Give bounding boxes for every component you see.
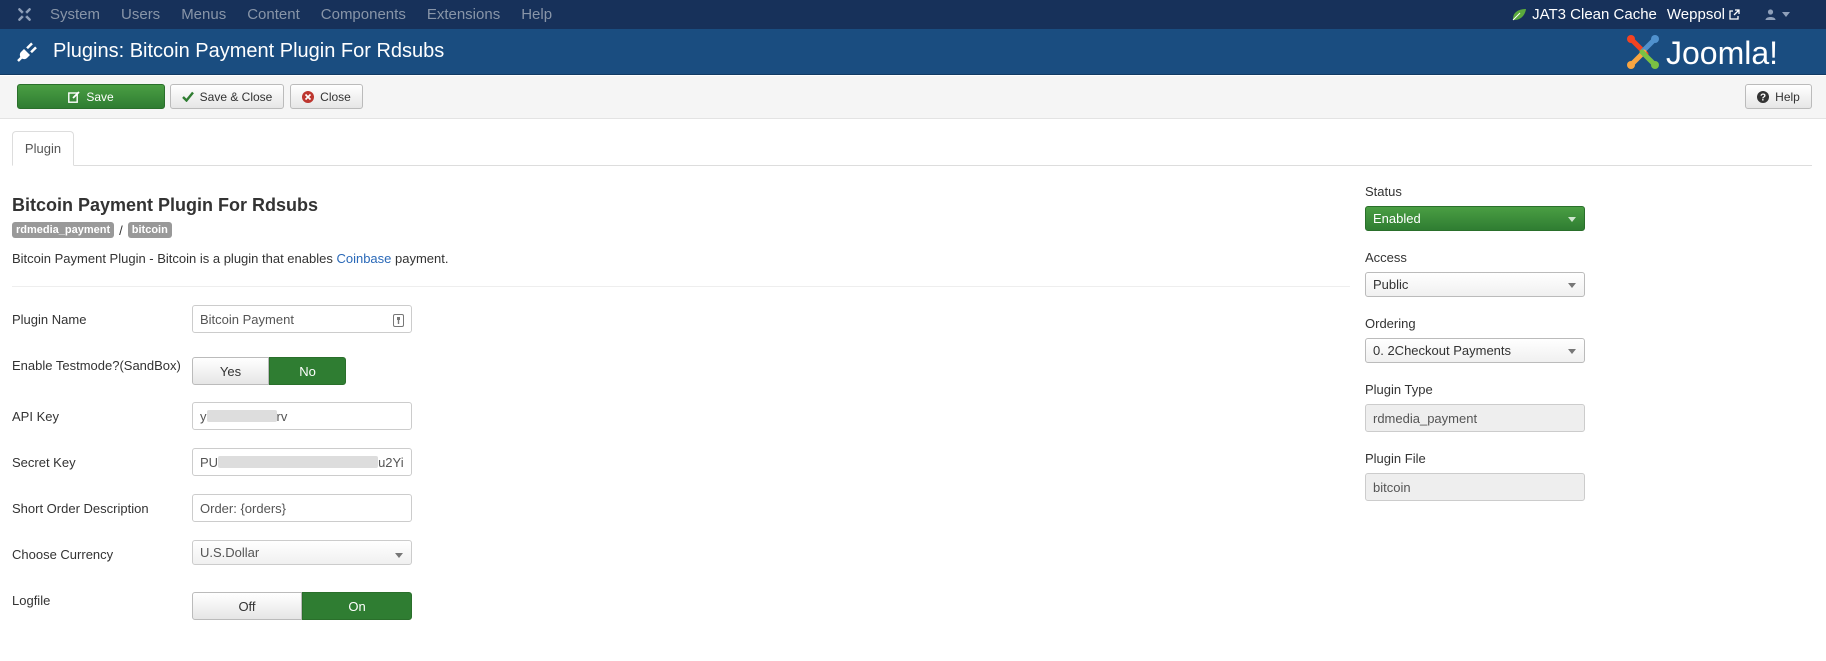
api-key-start: y	[200, 408, 207, 424]
site-label: Weppsol	[1666, 6, 1725, 23]
topnav-right: JAT3 Clean Cache Weppsol	[1511, 0, 1826, 29]
secret-key-end: u2Yi	[378, 454, 404, 470]
short-description-input[interactable]: Order: {orders}	[192, 494, 412, 522]
logfile-on-button[interactable]: On	[302, 592, 412, 620]
joomla-logo: Joomla!	[1627, 35, 1778, 71]
currency-value: U.S.Dollar	[200, 545, 260, 560]
plug-icon	[17, 42, 37, 62]
help-button[interactable]: ? Help	[1745, 84, 1812, 109]
secret-key-input[interactable]: PU u2Yi	[192, 448, 412, 476]
jat3-clean-cache-link[interactable]: JAT3 Clean Cache	[1511, 6, 1657, 23]
save-label: Save	[86, 89, 114, 104]
check-icon	[181, 91, 194, 102]
plugin-file-field: bitcoin	[1365, 473, 1585, 501]
api-key-label: API Key	[12, 409, 59, 424]
close-circle-icon	[302, 90, 315, 103]
short-description-value: Order: {orders}	[200, 500, 286, 516]
element-badge: bitcoin	[127, 222, 172, 238]
plugin-file-label: Plugin File	[1365, 451, 1426, 466]
plugin-description: Bitcoin Payment Plugin - Bitcoin is a pl…	[12, 251, 449, 266]
divider	[12, 286, 1350, 287]
logfile-label: Logfile	[12, 593, 51, 608]
close-label: Close	[320, 89, 351, 104]
status-value: Enabled	[1373, 211, 1421, 226]
tab-plugin[interactable]: Plugin	[12, 131, 74, 166]
secret-key-label: Secret Key	[12, 455, 76, 470]
ordering-value: 0. 2Checkout Payments	[1373, 343, 1512, 358]
secret-key-start: PU	[200, 454, 219, 470]
menu-extensions[interactable]: Extensions	[427, 6, 500, 23]
testmode-yes-button[interactable]: Yes	[192, 357, 269, 385]
menu-help[interactable]: Help	[521, 6, 552, 23]
testmode-toggle: Yes No	[192, 357, 346, 385]
close-button[interactable]: Close	[290, 84, 363, 109]
testmode-no-button[interactable]: No	[269, 357, 346, 385]
status-label: Status	[1365, 184, 1402, 199]
page-title: Plugins: Bitcoin Payment Plugin For Rdsu…	[53, 40, 445, 62]
jat3-clean-cache-label: JAT3 Clean Cache	[1532, 6, 1657, 23]
joomla-wordmark: Joomla!	[1666, 35, 1778, 71]
access-value: Public	[1373, 277, 1409, 292]
chevron-down-icon	[1568, 349, 1576, 354]
chevron-down-icon	[1782, 12, 1790, 17]
description-text-end: payment.	[391, 251, 449, 266]
menu-system[interactable]: System	[50, 6, 100, 23]
logfile-off-button[interactable]: Off	[192, 592, 302, 620]
main-menu: System Users Menus Content Components Ex…	[50, 6, 573, 23]
folder-badge: rdmedia_payment	[12, 222, 115, 238]
chevron-down-icon	[1568, 283, 1576, 288]
short-description-label: Short Order Description	[12, 501, 149, 516]
logfile-toggle: Off On	[192, 592, 412, 620]
menu-content[interactable]: Content	[247, 6, 300, 23]
save-and-close-label: Save & Close	[199, 89, 273, 104]
user-menu[interactable]	[1765, 9, 1826, 20]
plugin-name-value: Bitcoin Payment	[200, 311, 294, 327]
external-link-icon	[1729, 9, 1740, 20]
currency-label: Choose Currency	[12, 547, 114, 562]
chevron-down-icon	[1568, 217, 1576, 222]
access-select[interactable]: Public	[1365, 272, 1585, 297]
page-header: Plugins: Bitcoin Payment Plugin For Rdsu…	[0, 29, 1826, 75]
svg-text:?: ?	[1760, 92, 1766, 103]
ordering-select[interactable]: 0. 2Checkout Payments	[1365, 338, 1585, 363]
api-key-input[interactable]: y rv	[192, 402, 412, 430]
plugin-name-input[interactable]: Bitcoin Payment	[192, 305, 412, 333]
help-label: Help	[1775, 89, 1800, 104]
plugin-type-label: Plugin Type	[1365, 382, 1433, 397]
api-key-end: rv	[276, 408, 288, 424]
coinbase-link[interactable]: Coinbase	[336, 251, 391, 266]
leaf-icon	[1512, 9, 1527, 21]
plugin-type-field: rdmedia_payment	[1365, 404, 1585, 432]
save-and-close-button[interactable]: Save & Close	[170, 84, 284, 109]
question-icon: ?	[1757, 90, 1770, 103]
save-button[interactable]: Save	[17, 84, 165, 109]
description-text-start: Bitcoin Payment Plugin - Bitcoin is a pl…	[12, 251, 337, 266]
secret-key-redacted	[218, 456, 379, 468]
access-label: Access	[1365, 250, 1407, 265]
plugin-type-value: rdmedia_payment	[1373, 410, 1478, 426]
plugin-file-value: bitcoin	[1373, 479, 1411, 495]
plugin-tags: rdmedia_payment / bitcoin	[12, 222, 172, 238]
testmode-label: Enable Testmode?(SandBox)	[12, 358, 181, 373]
edit-icon	[68, 90, 80, 103]
chevron-down-icon	[395, 553, 403, 558]
status-select[interactable]: Enabled	[1365, 206, 1585, 231]
site-link[interactable]: Weppsol	[1667, 6, 1765, 23]
tag-separator: /	[119, 222, 123, 238]
toolbar: Save Save & Close Close ? Help	[0, 76, 1826, 119]
plugin-name-label: Plugin Name	[12, 312, 87, 327]
menu-menus[interactable]: Menus	[181, 6, 226, 23]
tab-bar: Plugin	[12, 131, 1812, 166]
user-icon	[1765, 9, 1776, 20]
currency-select[interactable]: U.S.Dollar	[192, 540, 412, 565]
top-navbar: System Users Menus Content Components Ex…	[0, 0, 1826, 29]
password-manager-icon[interactable]	[393, 314, 404, 327]
joomla-menu-icon[interactable]	[16, 6, 33, 23]
api-key-redacted	[206, 410, 277, 422]
menu-users[interactable]: Users	[121, 6, 160, 23]
plugin-title: Bitcoin Payment Plugin For Rdsubs	[12, 195, 319, 215]
menu-components[interactable]: Components	[321, 6, 406, 23]
ordering-label: Ordering	[1365, 316, 1416, 331]
